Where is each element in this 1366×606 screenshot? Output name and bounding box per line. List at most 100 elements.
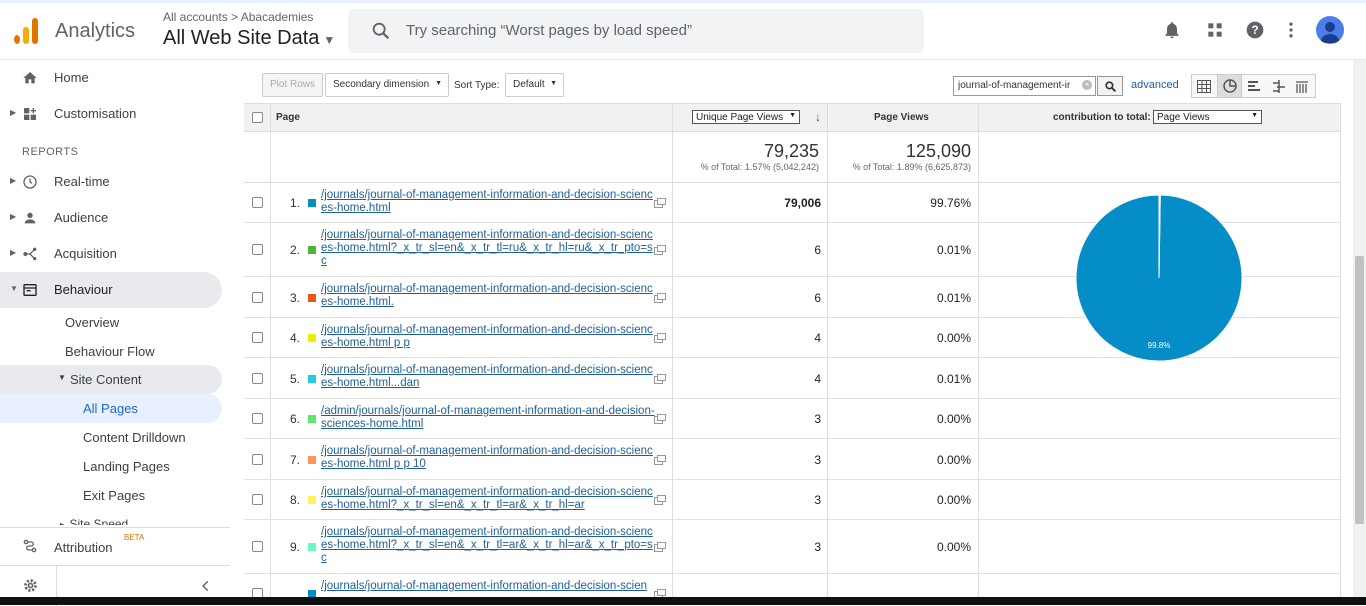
bell-icon[interactable] [1162, 20, 1182, 40]
nav-audience[interactable]: ▶ Audience [0, 200, 230, 236]
page-path-link[interactable]: /journals/journal-of-management-informat… [321, 324, 656, 350]
home-icon [23, 72, 37, 84]
col-page-views-header[interactable]: Page Views [874, 112, 929, 123]
unique-page-views-select[interactable]: Unique Page Views ▼ [692, 110, 800, 124]
row-checkbox[interactable] [252, 494, 263, 505]
nav-attribution[interactable]: Attribution BETA [0, 527, 230, 563]
open-external-icon[interactable] [654, 333, 666, 343]
plot-rows-button[interactable]: Plot Rows [262, 73, 324, 97]
search-bar[interactable]: Try searching “Worst pages by load speed… [348, 9, 924, 53]
select-all-checkbox[interactable] [252, 112, 263, 123]
page-path-link[interactable]: /journals/journal-of-management-informat… [321, 364, 656, 390]
nav-behaviour-flow[interactable]: Behaviour Flow [65, 344, 155, 359]
caret-down-icon: ▼ [323, 33, 336, 47]
filter-search-button[interactable] [1097, 76, 1123, 96]
vertical-scrollbar[interactable] [1353, 60, 1366, 605]
help-icon[interactable]: ? [1245, 20, 1265, 40]
account-breadcrumb[interactable]: All accounts > Abacademies [163, 10, 313, 24]
nav-customisation[interactable]: ▶ Customisation [0, 96, 230, 132]
open-external-icon[interactable] [654, 245, 666, 255]
open-external-icon[interactable] [654, 374, 666, 384]
open-external-icon[interactable] [654, 414, 666, 424]
contribution-metric-select[interactable]: Page Views ▼ [1153, 110, 1262, 124]
unique-page-views-value: 6 [814, 291, 821, 305]
settings-gear-icon[interactable] [22, 577, 39, 594]
row-checkbox[interactable] [252, 292, 263, 303]
col-page-header[interactable]: Page [276, 112, 300, 123]
contribution-pct-value: 0.00% [936, 540, 971, 554]
contribution-pct-value: 0.00% [936, 331, 971, 345]
nav-site-content[interactable]: ▼ Site Content [0, 365, 222, 394]
row-number: 2. [289, 243, 300, 257]
row-number: 9. [289, 540, 300, 554]
analytics-logo-icon[interactable] [14, 18, 40, 44]
row-checkbox[interactable] [252, 454, 263, 465]
col-divider [672, 103, 673, 605]
row-checkbox[interactable] [252, 541, 263, 552]
nav-exit-pages[interactable]: Exit Pages [83, 488, 145, 503]
apps-grid-icon[interactable] [1205, 20, 1225, 40]
nav-site-speed[interactable]: ▶ Site Speed [60, 517, 128, 525]
col-divider [270, 103, 271, 605]
row-checkbox[interactable] [252, 413, 263, 424]
page-path-link[interactable]: /journals/journal-of-management-informat… [321, 526, 656, 565]
advanced-filter-link[interactable]: advanced [1131, 79, 1179, 91]
sort-desc-arrow-icon[interactable]: ↓ [815, 110, 821, 124]
pivot-view-icon[interactable] [1295, 80, 1309, 93]
nav-all-pages[interactable]: All Pages [0, 394, 222, 423]
contribution-pct-value: 0.00% [936, 453, 971, 467]
dropdown-arrow-icon: ▼ [435, 80, 442, 87]
open-external-icon[interactable] [654, 198, 666, 208]
row-color-swatch [308, 294, 316, 302]
open-external-icon[interactable] [654, 455, 666, 465]
page-path-link[interactable]: /admin/journals/journal-of-management-in… [321, 405, 656, 431]
contribution-pct-value: 0.01% [936, 243, 971, 257]
row-checkbox[interactable] [252, 197, 263, 208]
open-external-icon[interactable] [654, 542, 666, 552]
page-path-link[interactable]: /journals/journal-of-management-informat… [321, 283, 656, 309]
pie-slice-label: 99.8% [1148, 341, 1171, 350]
row-checkbox[interactable] [252, 373, 263, 384]
contribution-pct-value: 0.01% [936, 372, 971, 386]
sort-type-label: Sort Type: [454, 80, 500, 91]
data-table-view-icon[interactable] [1197, 80, 1211, 93]
row-checkbox[interactable] [252, 244, 263, 255]
page-path-link[interactable]: /journals/journal-of-management-informat… [321, 486, 656, 512]
open-external-icon[interactable] [654, 495, 666, 505]
page-path-link[interactable]: /journals/journal-of-management-informat… [321, 445, 656, 471]
page-path-link[interactable]: /journals/journal-of-management-informat… [321, 580, 656, 593]
clear-filter-icon[interactable]: × [1082, 80, 1092, 90]
performance-view-icon[interactable] [1247, 80, 1261, 93]
page-path-link[interactable]: /journals/journal-of-management-informat… [321, 189, 656, 215]
nav-acquisition[interactable]: ▶ Acquisition [0, 236, 230, 272]
nav-behaviour[interactable]: ▼ Behaviour [0, 272, 222, 308]
nav-realtime[interactable]: ▶ Real-time [0, 164, 230, 200]
filter-input[interactable]: journal-of-management-ir × [953, 76, 1096, 96]
unique-page-views-value: 4 [814, 372, 821, 386]
nav-home[interactable]: Home [0, 60, 230, 96]
row-number: 4. [289, 331, 300, 345]
nav-site-content-label: Site Content [70, 372, 142, 387]
nav-content-drilldown[interactable]: Content Drilldown [83, 430, 186, 445]
page-path-link[interactable]: /journals/journal-of-management-informat… [321, 229, 656, 268]
nav-behaviour-label: Behaviour [54, 282, 113, 297]
nav-landing-pages[interactable]: Landing Pages [83, 459, 170, 474]
sort-type-value: Default [513, 79, 545, 90]
pie-view-button[interactable] [1217, 75, 1242, 97]
expand-arrow-icon: ▶ [10, 108, 17, 117]
row-checkbox[interactable] [252, 332, 263, 343]
more-vert-icon[interactable] [1281, 20, 1301, 40]
filter-value: journal-of-management-ir [958, 80, 1070, 91]
account-avatar[interactable] [1316, 16, 1344, 44]
collapse-sidebar-icon[interactable] [199, 579, 213, 593]
nav-overview[interactable]: Overview [65, 315, 119, 330]
sort-type-dropdown[interactable]: Default ▼ [505, 73, 564, 97]
open-external-icon[interactable] [654, 293, 666, 303]
table-row: 7. /journals/journal-of-management-inform… [244, 439, 1341, 480]
secondary-dimension-dropdown[interactable]: Secondary dimension ▼ [325, 73, 449, 97]
comparison-view-icon[interactable] [1272, 80, 1286, 93]
unique-page-views-label: Unique Page Views [696, 112, 784, 123]
scrollbar-thumb[interactable] [1355, 256, 1364, 524]
collapse-arrow-icon: ▼ [10, 284, 18, 293]
property-selector[interactable]: All Web Site Data ▼ [163, 27, 335, 50]
